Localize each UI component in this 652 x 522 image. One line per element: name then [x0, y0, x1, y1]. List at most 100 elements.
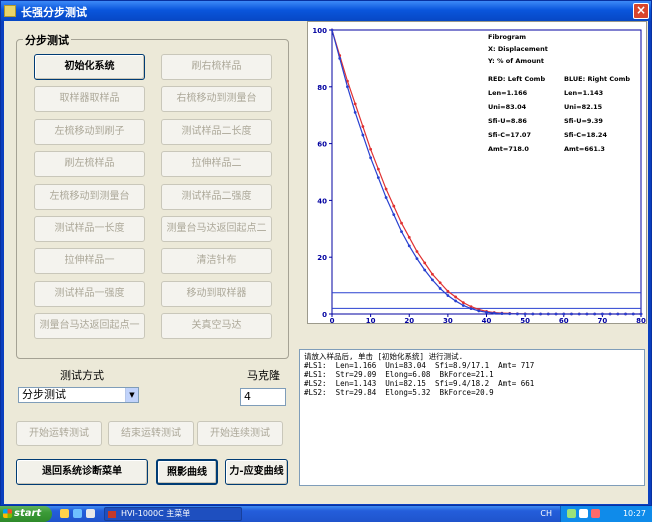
series-1-point-4	[361, 133, 365, 137]
security-icon[interactable]	[591, 509, 600, 518]
series-0-point-4	[361, 125, 365, 128]
step-button-10[interactable]: 测试样品一长度	[34, 216, 145, 242]
series-1-point-39	[631, 312, 635, 316]
step-button-11[interactable]: 测量台马达返回起点二	[161, 216, 272, 242]
series-1-point-5	[369, 156, 373, 160]
red-stat-1: Uni=83.04	[488, 103, 527, 111]
plot-frame	[331, 29, 642, 315]
language-indicator[interactable]: CH	[540, 509, 552, 518]
step-test-group: 分步测试 初始化系统 刷右梳样品 取样器取样品 右梳移动到测量台 左梳移动到刷子 测试样品…	[16, 32, 289, 359]
series-1-point-11	[415, 257, 419, 261]
series-0-point-9	[400, 221, 403, 225]
series-0-point-12	[423, 261, 427, 265]
series-1-point-32	[577, 312, 581, 316]
blue-stat-0: Len=1.143	[564, 89, 603, 97]
step-button-2[interactable]: 取样器取样品	[34, 86, 145, 112]
series-0-point-8	[392, 204, 396, 208]
series-1-point-19	[477, 309, 481, 313]
start-run-button[interactable]: 开始运转测试	[16, 421, 102, 446]
step-button-4[interactable]: 左梳移动到刷子	[34, 119, 145, 145]
step-button-5[interactable]: 测试样品二长度	[161, 119, 272, 145]
taskbar-item-main-menu[interactable]: HVI-1000C 主菜单	[104, 507, 242, 521]
folder-icon[interactable]	[60, 509, 69, 518]
system-tray: 10:27	[560, 506, 652, 522]
series-1-point-23	[508, 312, 512, 316]
step-button-0[interactable]: 初始化系统	[34, 54, 145, 80]
close-icon: ×	[635, 3, 647, 17]
series-1-point-14	[438, 287, 442, 290]
mode-label: 测试方式	[60, 369, 104, 382]
annotation-title: Fibrogram	[488, 33, 526, 41]
series-1-point-12	[423, 268, 427, 272]
x-tick-label-3: 30	[443, 317, 453, 323]
series-1-point-17	[461, 304, 465, 307]
force-strain-button[interactable]: 力-应变曲线	[225, 459, 288, 485]
series-1-point-16	[454, 299, 457, 303]
series-0-point-5	[369, 147, 373, 151]
chevron-down-icon[interactable]: ▼	[125, 388, 138, 402]
annotation-y-desc: Y: % of Amount	[487, 57, 544, 65]
volume-icon[interactable]	[579, 509, 588, 518]
series-1-point-20	[485, 310, 488, 314]
group-label: 分步测试	[23, 32, 71, 48]
step-button-15[interactable]: 移动到取样器	[161, 281, 272, 307]
stop-run-button[interactable]: 结束运转测试	[108, 421, 194, 446]
close-button[interactable]: ×	[633, 3, 649, 19]
blue-stat-1: Uni=82.15	[564, 103, 603, 111]
start-continuous-button[interactable]: 开始连续测试	[197, 421, 283, 446]
speed-input[interactable]: 4	[240, 388, 286, 406]
step-button-6[interactable]: 刷左梳样品	[34, 151, 145, 177]
series-0-point-17	[461, 301, 465, 305]
step-button-8[interactable]: 左梳移动到测量台	[34, 184, 145, 210]
window-title: 长强分步测试	[21, 6, 87, 19]
network-icon[interactable]	[567, 509, 576, 518]
series-1-point-21	[492, 311, 496, 315]
series-0-point-10	[407, 235, 411, 239]
step-button-9[interactable]: 测试样品二强度	[161, 184, 272, 210]
app-icon	[108, 511, 116, 518]
task-label: HVI-1000C 主菜单	[121, 509, 191, 518]
y-tick-label-2: 40	[317, 197, 327, 205]
series-1-point-31	[570, 312, 573, 316]
desktop-icon[interactable]	[86, 509, 95, 518]
x-tick-label-1: 10	[366, 317, 376, 323]
red-stat-3: Sfi-C=17.07	[488, 131, 531, 139]
series-1-point-37	[616, 312, 620, 316]
series-0-point-16	[454, 295, 457, 299]
series-0-point-14	[438, 281, 442, 285]
step-button-12[interactable]: 拉伸样品一	[34, 248, 145, 274]
back-to-diagnostic-button[interactable]: 退回系统诊断菜单	[16, 459, 148, 485]
step-button-3[interactable]: 右梳移动到测量台	[161, 86, 272, 112]
series-1-point-25	[523, 312, 527, 316]
y-tick-label-5: 100	[312, 27, 327, 35]
red-stat-4: Amt=718.0	[488, 145, 529, 153]
x-tick-label-7: 70	[598, 317, 608, 323]
series-1-point-30	[562, 312, 566, 316]
photo-curve-button[interactable]: 照影曲线	[156, 459, 218, 485]
series-1-point-27	[539, 312, 542, 316]
series-0-point-3	[353, 102, 357, 106]
step-button-17[interactable]: 关真空马达	[161, 313, 272, 339]
title-bar[interactable]: 长强分步测试 ×	[1, 1, 651, 21]
mode-select[interactable]: 分步测试 ▼	[18, 387, 139, 403]
step-button-7[interactable]: 拉伸样品二	[161, 151, 272, 177]
series-1-point-9	[400, 230, 403, 234]
mode-selected-value: 分步测试	[22, 388, 66, 401]
series-0-point-13	[431, 272, 434, 276]
step-button-14[interactable]: 测试样品一强度	[34, 281, 145, 307]
log-line-1: #LS1: Len=1.166 Uni=83.04 Sfi=8.9/17.1 A…	[304, 361, 535, 370]
start-button[interactable]: start	[0, 506, 52, 522]
series-0-point-11	[415, 250, 419, 253]
series-1-point-40	[639, 312, 643, 316]
browser-icon[interactable]	[73, 509, 82, 518]
log-line-4: #LS2: Str=29.84 Elong=5.32 BkForce=20.9	[304, 388, 494, 397]
result-log[interactable]: 请放入样品后, 单击 [初始化系统] 进行测试. #LS1: Len=1.166…	[299, 349, 645, 486]
step-button-13[interactable]: 清洁针布	[161, 248, 272, 274]
series-1-point-13	[431, 278, 434, 282]
series-0-point-6	[376, 167, 380, 171]
y-tick-label-4: 80	[317, 84, 327, 92]
step-button-1[interactable]: 刷右梳样品	[161, 54, 272, 80]
x-tick-label-8: 80	[636, 317, 646, 323]
series-1-point-29	[554, 312, 558, 316]
step-button-16[interactable]: 测量台马达返回起点一	[34, 313, 145, 339]
